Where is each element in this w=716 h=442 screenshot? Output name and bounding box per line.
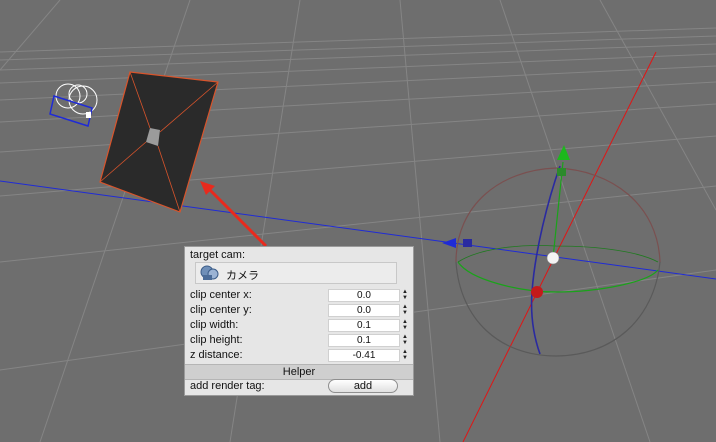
stepper-arrows-icon[interactable]: ▲ ▼ [401,334,409,347]
z-distance-label: z distance: [190,349,243,361]
stepper-arrows-icon[interactable]: ▲ ▼ [401,304,409,317]
add-render-tag-button[interactable]: add [328,379,398,393]
clip-width-input[interactable]: 0.1 [328,319,400,332]
clip-center-x-row: clip center x: 0.0 ▲ ▼ [185,288,413,303]
red-axis-line [462,51,657,442]
stepper-arrows-icon[interactable]: ▲ ▼ [401,289,409,302]
clip-center-x-input[interactable]: 0.0 [328,289,400,302]
z-distance-input[interactable]: -0.41 [328,349,400,362]
target-cam-row: target cam: [185,248,413,263]
clip-center-y-input[interactable]: 0.0 [328,304,400,317]
clip-plane[interactable] [99,71,219,213]
clip-center-x-label: clip center x: [190,289,252,301]
target-cam-label: target cam: [190,249,246,261]
stepper-arrows-icon[interactable]: ▲ ▼ [401,349,409,362]
camera-object-icon[interactable] [49,83,98,127]
target-cam-link-field[interactable]: カメラ [195,262,397,284]
camera-icon [200,265,219,280]
add-render-tag-row: add render tag: add [185,379,413,394]
clip-width-row: clip width: 0.1 ▲ ▼ [185,318,413,333]
target-cam-value: カメラ [226,270,259,282]
rotation-gizmo[interactable] [442,145,661,357]
pointer-arrow [200,181,268,248]
clip-height-input[interactable]: 0.1 [328,334,400,347]
add-render-tag-label: add render tag: [190,380,265,392]
clip-helper-panel: target cam: カメラ clip center x: 0.0 ▲ ▼ cl… [184,246,414,396]
clip-height-label: clip height: [190,334,243,346]
clip-center-y-row: clip center y: 0.0 ▲ ▼ [185,303,413,318]
clip-height-row: clip height: 0.1 ▲ ▼ [185,333,413,348]
clip-center-y-label: clip center y: [190,304,252,316]
helper-section-header: Helper [185,364,413,380]
clip-width-label: clip width: [190,319,239,331]
z-distance-row: z distance: -0.41 ▲ ▼ [185,348,413,363]
stepper-arrows-icon[interactable]: ▲ ▼ [401,319,409,332]
